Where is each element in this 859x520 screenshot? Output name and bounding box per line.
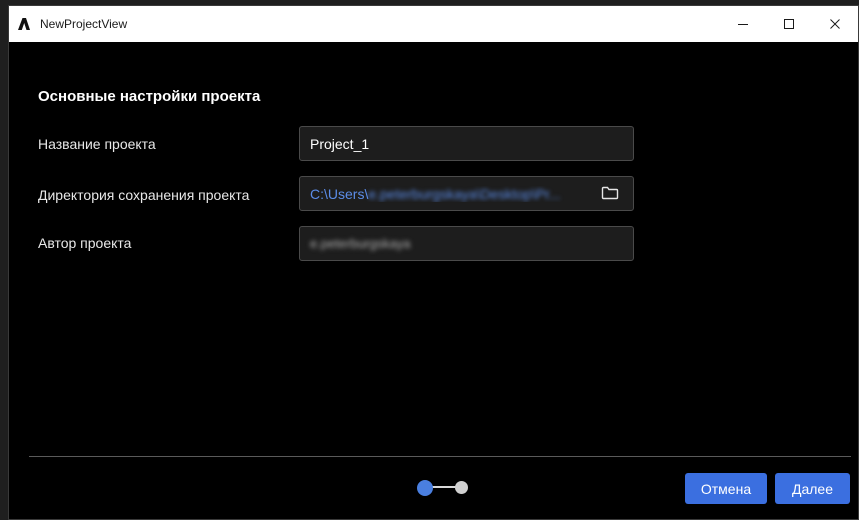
title-bar[interactable]: NewProjectView	[9, 6, 858, 42]
minimize-button[interactable]	[720, 6, 766, 42]
footer-divider	[29, 456, 851, 457]
maximize-button[interactable]	[766, 6, 812, 42]
project-name-label: Название проекта	[38, 136, 156, 152]
window-title: NewProjectView	[40, 17, 128, 31]
new-project-window: NewProjectView Основные настройки проект…	[8, 5, 859, 520]
step-2-dot	[455, 481, 468, 494]
project-name-value: Project_1	[310, 135, 370, 152]
project-name-input[interactable]: Project_1	[299, 126, 634, 161]
step-1-active-dot	[417, 480, 433, 496]
section-heading: Основные настройки проекта	[38, 88, 261, 105]
minimize-icon	[738, 24, 748, 25]
app-logo-icon	[16, 16, 32, 32]
step-indicator	[413, 477, 473, 497]
close-icon	[830, 19, 840, 29]
author-value: e.peterburgskaya	[310, 236, 411, 251]
next-button[interactable]: Далее	[775, 473, 850, 504]
window-controls	[720, 6, 858, 42]
maximize-icon	[784, 19, 794, 29]
directory-path: C:\Users\e.peterburgskaya\Desktop\Pr...	[310, 186, 580, 202]
step-connector	[429, 486, 457, 488]
author-label: Автор проекта	[38, 235, 132, 251]
directory-path-prefix: C:\Users\	[310, 185, 369, 202]
folder-icon[interactable]	[601, 186, 619, 200]
directory-input[interactable]: C:\Users\e.peterburgskaya\Desktop\Pr...	[299, 176, 634, 211]
author-input[interactable]: e.peterburgskaya	[299, 226, 634, 261]
directory-path-rest: e.peterburgskaya\Desktop\Pr...	[368, 185, 561, 202]
cancel-button[interactable]: Отмена	[685, 473, 767, 504]
close-button[interactable]	[812, 6, 858, 42]
directory-label: Директория сохранения проекта	[38, 187, 250, 203]
